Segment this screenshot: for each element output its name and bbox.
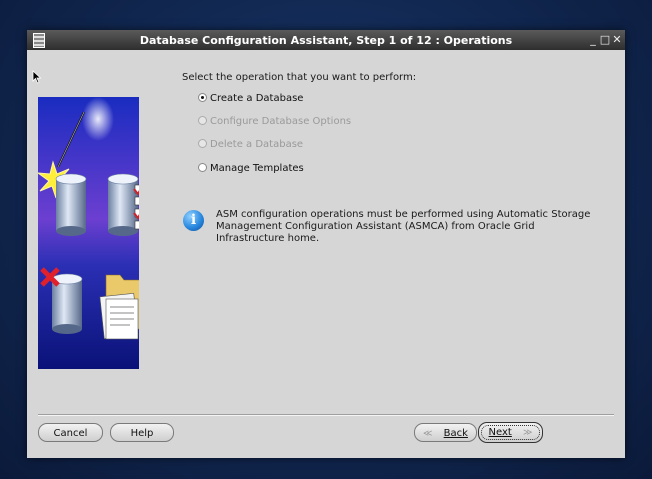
cancel-label: Cancel	[53, 428, 88, 439]
back-arrow-icon: ≪	[423, 429, 433, 439]
next-label: Next	[488, 427, 512, 438]
title-bar[interactable]: Database Configuration Assistant, Step 1…	[27, 30, 625, 50]
operation-prompt: Select the operation that you want to pe…	[182, 72, 417, 83]
window-title: Database Configuration Assistant, Step 1…	[139, 34, 513, 47]
maximize-button[interactable]: □	[599, 33, 611, 46]
radio-label[interactable]: Manage Templates	[210, 163, 304, 174]
mouse-cursor-icon	[32, 70, 42, 84]
radio-configure-database-options: Configure Database Options	[198, 115, 351, 129]
close-button[interactable]: ✕	[611, 33, 623, 46]
next-button[interactable]: Next ≫	[478, 422, 543, 443]
dbca-window: Database Configuration Assistant, Step 1…	[27, 30, 625, 458]
radio-button-icon	[198, 138, 207, 148]
help-button[interactable]: Help	[110, 423, 174, 442]
radio-label: Delete a Database	[210, 139, 304, 150]
radio-button-icon[interactable]	[198, 92, 207, 102]
help-label: Help	[130, 428, 154, 439]
radio-button-icon	[198, 115, 207, 125]
footer-separator	[38, 414, 614, 416]
next-arrow-icon: ≫	[523, 428, 533, 438]
wizard-banner-image	[38, 97, 139, 369]
back-button[interactable]: ≪ Back	[414, 423, 477, 442]
radio-label: Configure Database Options	[210, 116, 352, 127]
asm-info-message: ASM configuration operations must be per…	[216, 209, 591, 244]
radio-create-database[interactable]: Create a Database	[198, 92, 303, 106]
radio-button-icon[interactable]	[198, 162, 207, 172]
radio-delete-database: Delete a Database	[198, 138, 303, 152]
minimize-button[interactable]: _	[587, 33, 599, 46]
back-label: Back	[443, 428, 468, 439]
cancel-button[interactable]: Cancel	[38, 423, 103, 442]
radio-manage-templates[interactable]: Manage Templates	[198, 162, 304, 176]
radio-label[interactable]: Create a Database	[210, 93, 303, 104]
info-icon: i	[183, 210, 204, 231]
